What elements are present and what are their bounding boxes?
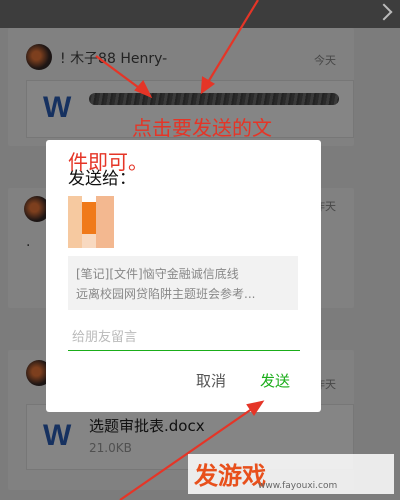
- arrow-line: [201, 0, 259, 93]
- watermark: 发游戏 www.fayouxi.com: [188, 454, 394, 494]
- annotation-arrows: [95, 0, 265, 500]
- watermark-logo: 发游戏: [194, 462, 266, 490]
- watermark-url: www.fayouxi.com: [258, 481, 338, 491]
